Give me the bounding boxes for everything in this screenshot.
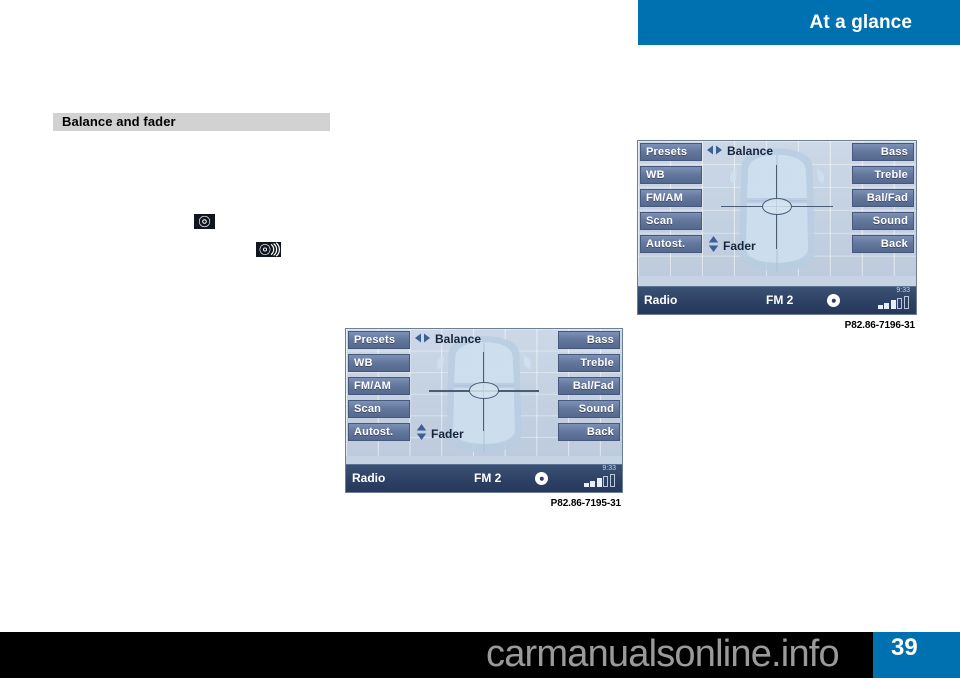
balance-label: Balance: [414, 332, 481, 346]
status-band: FM 2: [474, 471, 502, 485]
up-down-arrows-icon: [416, 423, 427, 444]
balance-label-text: Balance: [727, 144, 774, 158]
signal-strength-indicator: [583, 474, 617, 487]
softkey-back[interactable]: Back: [558, 423, 620, 441]
fader-label-text: Fader: [431, 426, 464, 441]
disc-indicator-icon: [535, 472, 548, 485]
softkey-fm-am[interactable]: FM/AM: [348, 377, 410, 395]
section-heading-bar: Balance and fader: [53, 113, 330, 131]
figure-caption: P82.86-7196-31: [844, 320, 915, 331]
softkey-wb[interactable]: WB: [640, 166, 702, 184]
softkey-sound[interactable]: Sound: [852, 212, 914, 230]
softkey-bal-fad[interactable]: Bal/Fad: [852, 189, 914, 207]
up-down-arrows-icon: [708, 235, 719, 256]
softkey-treble[interactable]: Treble: [852, 166, 914, 184]
balance-label: Balance: [706, 144, 773, 158]
softkey-presets[interactable]: Presets: [640, 143, 702, 161]
softkey-autostore[interactable]: Autost.: [348, 423, 410, 441]
left-right-arrows-icon: [706, 144, 723, 158]
figure-balance-bottom: Presets WB FM/AM Scan Autost. Bass Trebl…: [345, 328, 623, 509]
softkey-bass[interactable]: Bass: [558, 331, 620, 349]
status-clock: 9:33: [896, 287, 910, 294]
status-source: Radio: [352, 471, 386, 485]
display-canvas: Presets WB FM/AM Scan Autost. Bass Trebl…: [638, 141, 916, 276]
control-knob-icon: [193, 213, 216, 230]
figure-caption: P82.86-7195-31: [550, 498, 621, 509]
softkey-presets[interactable]: Presets: [348, 331, 410, 349]
softkey-back[interactable]: Back: [852, 235, 914, 253]
softkey-treble[interactable]: Treble: [558, 354, 620, 372]
fader-label-text: Fader: [723, 238, 756, 253]
softkey-autostore[interactable]: Autost.: [640, 235, 702, 253]
status-clock: 9:33: [602, 465, 616, 472]
page-number: 39: [891, 634, 918, 661]
status-band: FM 2: [766, 293, 794, 307]
page-title: Balance and fader: [62, 114, 176, 129]
sound-waves-icon: [255, 241, 282, 258]
softkey-scan[interactable]: Scan: [640, 212, 702, 230]
balance-fader-crosshair[interactable]: [638, 141, 916, 276]
left-right-arrows-icon: [414, 332, 431, 346]
figure-balance-top: Presets WB FM/AM Scan Autost. Bass Trebl…: [637, 140, 917, 331]
running-head-banner: At a glance: [638, 0, 960, 45]
watermark: carmanualsonline.info: [486, 633, 840, 675]
softkey-wb[interactable]: WB: [348, 354, 410, 372]
softkey-scan[interactable]: Scan: [348, 400, 410, 418]
running-head-title: At a glance: [809, 12, 912, 33]
head-unit-display[interactable]: Presets WB FM/AM Scan Autost. Bass Trebl…: [637, 140, 917, 315]
signal-strength-indicator: [877, 296, 911, 309]
display-canvas: Presets WB FM/AM Scan Autost. Bass Trebl…: [346, 329, 622, 457]
status-bar: Radio FM 2 9:33: [638, 286, 916, 314]
softkey-sound[interactable]: Sound: [558, 400, 620, 418]
fader-label: Fader: [708, 235, 756, 256]
softkey-bal-fad[interactable]: Bal/Fad: [558, 377, 620, 395]
softkey-fm-am[interactable]: FM/AM: [640, 189, 702, 207]
softkey-bass[interactable]: Bass: [852, 143, 914, 161]
status-bar: Radio FM 2 9:33: [346, 464, 622, 492]
balance-label-text: Balance: [435, 332, 482, 346]
status-source: Radio: [644, 293, 678, 307]
disc-indicator-icon: [827, 294, 840, 307]
head-unit-display[interactable]: Presets WB FM/AM Scan Autost. Bass Trebl…: [345, 328, 623, 493]
fader-label: Fader: [416, 423, 464, 444]
